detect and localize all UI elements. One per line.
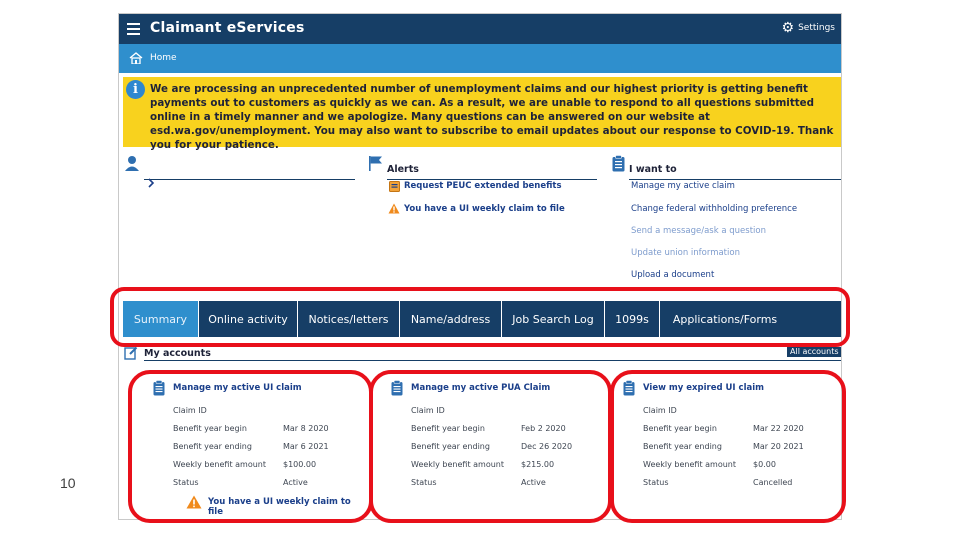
chevron-right-icon[interactable]	[147, 178, 155, 188]
alert-weekly-claim-link[interactable]: You have a UI weekly claim to file	[404, 204, 565, 214]
settings-button[interactable]: ⚙ Settings	[781, 20, 835, 36]
i-want-to-column-header: I want to	[629, 164, 841, 180]
update-union-link[interactable]: Update union information	[631, 248, 740, 258]
presentation-slide: Claimant eServices ⚙ Settings Home i We …	[0, 0, 960, 540]
info-icon: i	[126, 80, 145, 99]
i-want-to-heading: I want to	[629, 164, 677, 175]
card2-highlight-box	[369, 370, 612, 523]
send-message-link[interactable]: Send a message/ask a question	[631, 226, 766, 236]
hamburger-menu-icon[interactable]	[127, 23, 140, 35]
flag-icon	[369, 156, 382, 171]
breadcrumb: Home	[119, 44, 841, 73]
card3-highlight-box	[610, 370, 846, 523]
my-accounts-divider	[144, 360, 841, 361]
warning-icon	[388, 203, 400, 214]
alert-peuc-link[interactable]: Request PEUC extended benefits	[404, 181, 562, 191]
top-bar: Claimant eServices ⚙ Settings	[119, 14, 841, 44]
alerts-heading: Alerts	[387, 164, 419, 175]
card1-highlight-box	[128, 370, 373, 523]
change-withholding-link[interactable]: Change federal withholding preference	[631, 204, 797, 214]
manage-active-claim-link[interactable]: Manage my active claim	[631, 181, 735, 191]
covid-notice-banner: i We are processing an unprecedented num…	[123, 77, 841, 151]
app-title: Claimant eServices	[150, 20, 305, 36]
tabs-highlight-box	[110, 287, 850, 347]
banner-text: We are processing an unprecedented numbe…	[150, 83, 834, 151]
gear-icon: ⚙	[781, 20, 795, 36]
breadcrumb-home-link[interactable]: Home	[150, 53, 177, 63]
profile-column-header	[144, 164, 355, 180]
clipboard-icon	[612, 155, 625, 172]
upload-document-link[interactable]: Upload a document	[631, 270, 714, 280]
alerts-column-header: Alerts	[387, 164, 597, 180]
settings-label: Settings	[798, 23, 835, 33]
edit-note-icon	[124, 346, 138, 360]
benefits-badge-icon	[389, 181, 400, 192]
my-accounts-header: My accounts All accounts	[119, 346, 841, 361]
user-icon	[125, 156, 139, 171]
slide-number: 10	[60, 475, 76, 491]
my-accounts-heading: My accounts	[144, 348, 211, 359]
home-icon[interactable]	[129, 52, 143, 64]
all-accounts-button[interactable]: All accounts	[787, 347, 841, 357]
